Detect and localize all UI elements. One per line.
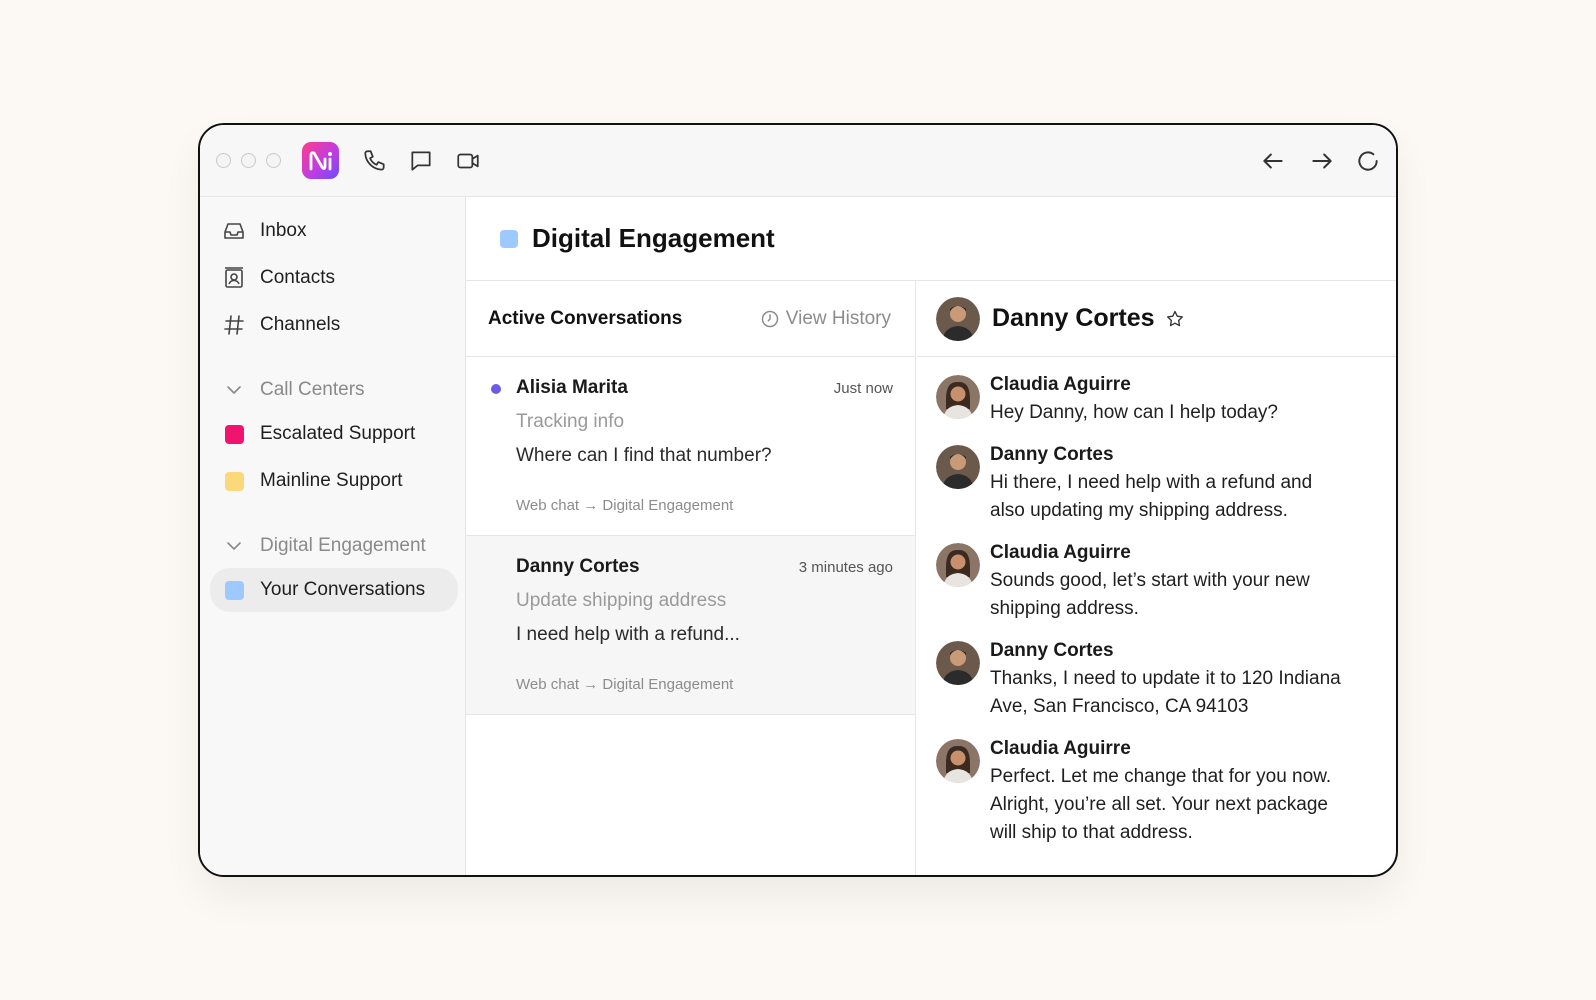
chevron-down-icon xyxy=(222,378,246,402)
message: Claudia Aguirre Hey Danny, how can I hel… xyxy=(936,371,1396,427)
conversation-time: 3 minutes ago xyxy=(798,559,893,576)
page-title: Digital Engagement xyxy=(532,223,775,253)
conversation-list-title: Active Conversations xyxy=(488,307,683,329)
avatar xyxy=(936,739,980,783)
avatar xyxy=(936,445,980,489)
message-sender: Claudia Aguirre xyxy=(990,542,1131,563)
message-text: Sounds good, let’s start with your new s… xyxy=(990,570,1310,619)
conversation-preview: Where can I find that number? xyxy=(516,445,772,466)
message-text: Hey Danny, how can I help today? xyxy=(990,402,1278,423)
window-close-button[interactable] xyxy=(216,153,231,168)
phone-icon[interactable] xyxy=(362,148,388,174)
conversation-name: Danny Cortes xyxy=(516,556,640,577)
message: Claudia Aguirre Sounds good, let’s start… xyxy=(936,539,1396,623)
color-swatch xyxy=(222,469,246,493)
sidebar-item-inbox[interactable]: Inbox xyxy=(210,209,458,253)
chevron-down-icon xyxy=(222,534,246,558)
conversation-list-header: Active Conversations View History xyxy=(466,281,915,357)
avatar xyxy=(936,296,980,341)
message-sender: Claudia Aguirre xyxy=(990,738,1131,759)
sidebar-item-label: Inbox xyxy=(260,220,307,241)
view-history-label: View History xyxy=(785,307,891,329)
chat-header: Danny Cortes xyxy=(917,281,1396,357)
sidebar-item-label: Channels xyxy=(260,314,341,335)
conversation-route: Web chat → Digital Engagement xyxy=(516,676,734,693)
sidebar-item-channels[interactable]: Channels xyxy=(210,303,458,347)
window-maximize-button[interactable] xyxy=(266,153,281,168)
conversation-route: Web chat → Digital Engagement xyxy=(516,497,734,514)
contacts-icon xyxy=(222,266,246,290)
chat-bubble-icon[interactable] xyxy=(408,148,434,174)
logo-icon xyxy=(309,150,332,170)
sidebar: Inbox Contacts Channels Call Centers Esc… xyxy=(200,197,466,875)
section-label: Digital Engagement xyxy=(260,535,426,556)
conversation-list: Active Conversations View History Alisia… xyxy=(466,281,916,875)
message-list: Claudia Aguirre Hey Danny, how can I hel… xyxy=(917,357,1396,847)
message-text: Hi there, I need help with a refund and … xyxy=(990,472,1313,521)
color-swatch xyxy=(222,422,246,446)
chat-contact-name: Danny Cortes xyxy=(992,304,1155,332)
section-digital-engagement[interactable]: Digital Engagement xyxy=(210,524,458,568)
window-minimize-button[interactable] xyxy=(241,153,256,168)
window-controls xyxy=(216,153,281,168)
conversation-item[interactable]: Alisia Marita Just now Tracking info Whe… xyxy=(466,357,915,536)
conversation-time: Just now xyxy=(833,380,893,397)
avatar xyxy=(936,375,980,419)
sidebar-item-escalated-support[interactable]: Escalated Support xyxy=(210,412,458,456)
sidebar-item-label: Mainline Support xyxy=(260,470,403,491)
title-bar xyxy=(200,125,1396,197)
conversation-subject: Update shipping address xyxy=(516,590,727,611)
sidebar-item-mainline-support[interactable]: Mainline Support xyxy=(210,459,458,503)
unread-indicator xyxy=(491,384,501,394)
arrow-left-icon[interactable] xyxy=(1260,148,1286,174)
chat-panel: Danny Cortes Claudia Aguirre Hey Danny, … xyxy=(917,281,1396,875)
sidebar-item-label: Your Conversations xyxy=(260,579,426,600)
swatch-yellow xyxy=(224,471,244,491)
sidebar-item-your-conversations[interactable]: Your Conversations xyxy=(210,568,458,612)
hash-icon xyxy=(222,313,246,337)
view-history-button[interactable]: View History xyxy=(760,308,891,330)
refresh-icon[interactable] xyxy=(1355,148,1381,174)
video-icon[interactable] xyxy=(455,148,481,174)
page-color-swatch xyxy=(500,229,518,248)
app-logo[interactable] xyxy=(302,142,339,179)
conversation-subject: Tracking info xyxy=(516,411,625,432)
sidebar-item-contacts[interactable]: Contacts xyxy=(210,256,458,300)
color-swatch xyxy=(222,578,246,602)
avatar xyxy=(936,543,980,587)
message-text: Perfect. Let me change that for you now.… xyxy=(990,766,1332,843)
conversation-name: Alisia Marita xyxy=(516,377,628,398)
conversation-item[interactable]: Danny Cortes 3 minutes ago Update shippi… xyxy=(466,536,915,715)
sidebar-item-label: Contacts xyxy=(260,267,335,288)
swatch-blue xyxy=(224,580,244,600)
conversation-preview: I need help with a refund... xyxy=(516,624,740,645)
message: Claudia Aguirre Perfect. Let me change t… xyxy=(936,735,1396,847)
arrow-right-icon[interactable] xyxy=(1309,148,1335,174)
swatch-pink xyxy=(224,424,244,444)
section-label: Call Centers xyxy=(260,379,365,400)
page-header: Digital Engagement xyxy=(466,197,1396,281)
message: Danny Cortes Hi there, I need help with … xyxy=(936,441,1396,525)
message-sender: Claudia Aguirre xyxy=(990,374,1131,395)
inbox-icon xyxy=(222,219,246,243)
star-icon[interactable] xyxy=(1165,309,1185,329)
message-sender: Danny Cortes xyxy=(990,640,1114,661)
message-sender: Danny Cortes xyxy=(990,444,1114,465)
clock-icon xyxy=(761,310,779,327)
avatar xyxy=(936,641,980,685)
app-window: Inbox Contacts Channels Call Centers Esc… xyxy=(198,123,1398,877)
message: Danny Cortes Thanks, I need to update it… xyxy=(936,637,1396,721)
section-call-centers[interactable]: Call Centers xyxy=(210,368,458,412)
sidebar-item-label: Escalated Support xyxy=(260,423,416,444)
message-text: Thanks, I need to update it to 120 India… xyxy=(990,668,1341,717)
